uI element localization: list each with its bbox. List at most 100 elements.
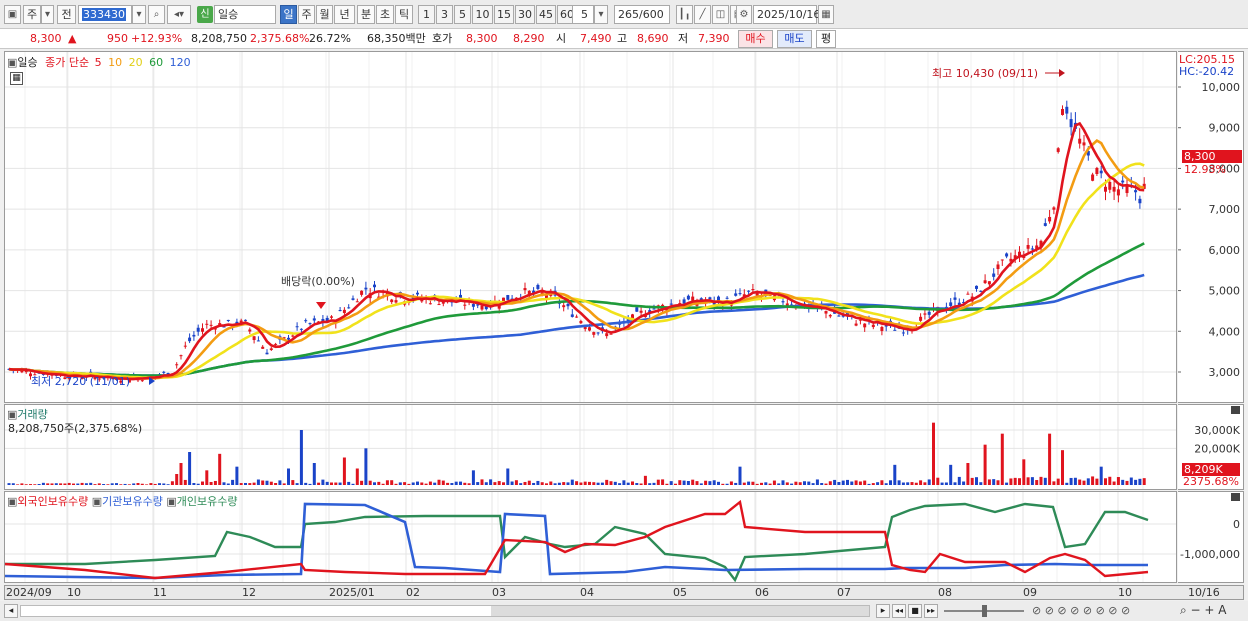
table-toggle-icon[interactable]: ▦ xyxy=(10,72,23,85)
zoom-controls-icons[interactable]: ⌕ − + A xyxy=(1180,603,1226,618)
candle-body xyxy=(596,332,600,334)
volume-bar xyxy=(919,480,923,485)
volume-bar xyxy=(330,482,333,485)
volume-bar xyxy=(514,480,518,485)
volume-bar xyxy=(669,481,673,485)
chevron-down-icon[interactable]: ▾ xyxy=(41,5,54,24)
volume-bar xyxy=(605,479,609,485)
volume-bar xyxy=(420,482,424,485)
code-dropdown-icon[interactable]: ▾ xyxy=(132,5,146,24)
candle-body xyxy=(871,324,875,328)
volume-bar xyxy=(583,481,587,485)
volume-value: 8,208,750 xyxy=(191,32,247,45)
period-minute-tab[interactable]: 분 xyxy=(357,5,375,24)
price-panel[interactable]: 최고 10,430 (09/11) 최저 2,720 (11/01) 배당락(0.0… xyxy=(4,51,1177,403)
search-icon[interactable]: ⌕ xyxy=(148,5,165,24)
volume-bar xyxy=(691,479,695,485)
volume-bar xyxy=(454,481,458,485)
volume-bar xyxy=(635,483,639,485)
stop-icon[interactable]: ■ xyxy=(908,604,922,618)
date-field[interactable]: 2025/10/16 xyxy=(753,5,820,24)
scroll-right-icon[interactable]: ▸ xyxy=(876,604,890,618)
interval-3-button[interactable]: 3 xyxy=(436,5,453,24)
volume-bar xyxy=(790,483,794,485)
period-short-button[interactable]: 주 xyxy=(23,5,41,24)
volume-bar xyxy=(506,468,510,485)
zoom-slider-handle[interactable] xyxy=(982,605,987,617)
prev-button[interactable]: 전 xyxy=(57,5,76,24)
volume-bar xyxy=(553,483,557,485)
drawing-tools-icons[interactable]: ⊘ ⊘ ⊘ ⊘ ⊘ ⊘ ⊘ ⊘ xyxy=(1032,604,1130,617)
price-legend: ▣일승 종가 단순 5 10 20 60 120 xyxy=(7,54,191,70)
candle-body xyxy=(893,329,897,331)
volume-panel[interactable]: ▣거래량 8,208,750주(2,375.68%) xyxy=(4,404,1177,490)
count-select[interactable]: 5 xyxy=(572,5,594,24)
volume-bar xyxy=(1125,480,1129,485)
volume-bar xyxy=(953,482,957,485)
volume-bar xyxy=(188,452,192,485)
volume-bar xyxy=(351,483,355,485)
min-price-label: 최저 2,720 (11/01) xyxy=(31,375,130,388)
ma-legend-title: 종가 단순 xyxy=(45,56,90,69)
rewind-icon[interactable]: ◂◂ xyxy=(892,604,906,618)
speaker-icon[interactable]: ◂▾ xyxy=(167,5,191,24)
date-label-2024-09: 2024/09 xyxy=(6,586,52,599)
volume-bar xyxy=(127,484,131,485)
period-day-tab[interactable]: 일 xyxy=(280,5,297,24)
low-label: 저 xyxy=(678,32,689,45)
calendar-icon[interactable]: ▦ xyxy=(818,5,834,24)
buy-button[interactable]: 매수 xyxy=(738,30,773,48)
volume-bar xyxy=(1009,478,1013,485)
period-second-tab[interactable]: 초 xyxy=(376,5,394,24)
zoom-slider[interactable] xyxy=(944,605,1024,617)
stock-name-field[interactable]: 일승 xyxy=(214,5,276,24)
scroll-left-icon[interactable]: ◂ xyxy=(4,604,18,618)
volume-bar xyxy=(450,483,454,485)
forward-icon[interactable]: ▸▸ xyxy=(924,604,938,618)
interval-15-button[interactable]: 15 xyxy=(494,5,514,24)
holder-panel-close-icon[interactable] xyxy=(1231,493,1240,501)
candle-type-icon[interactable]: ┃╻ xyxy=(676,5,693,24)
volume-bar xyxy=(527,480,531,485)
holder-panel[interactable]: ▣외국인보유수량 ▣기관보유수량 ▣개인보유수량 xyxy=(4,491,1177,583)
candle-body xyxy=(725,297,729,299)
period-week-tab[interactable]: 주 xyxy=(298,5,315,24)
volume-panel-close-icon[interactable] xyxy=(1231,406,1240,414)
interval-1-button[interactable]: 1 xyxy=(418,5,435,24)
volume-bar xyxy=(609,481,613,485)
sell-button[interactable]: 매도 xyxy=(777,30,812,48)
volume-bar xyxy=(579,482,583,485)
period-month-tab[interactable]: 월 xyxy=(316,5,333,24)
volume-bar xyxy=(768,483,772,485)
volume-bar xyxy=(708,481,712,485)
compare-icon[interactable]: ◫ xyxy=(712,5,729,24)
volume-bar xyxy=(562,482,566,485)
volume-bar xyxy=(226,483,230,485)
candle-body xyxy=(605,333,609,337)
interval-30-button[interactable]: 30 xyxy=(515,5,535,24)
average-button[interactable]: 평 xyxy=(816,30,836,48)
window-icon[interactable]: ▣ xyxy=(4,5,21,24)
volume-bar xyxy=(1000,433,1004,485)
interval-45-button[interactable]: 45 xyxy=(536,5,556,24)
volume-bar xyxy=(123,483,127,485)
volume-bar xyxy=(269,481,273,485)
interval-10-button[interactable]: 10 xyxy=(472,5,493,24)
volume-bar xyxy=(153,483,157,485)
line-tool-icon[interactable]: ╱ xyxy=(694,5,711,24)
candle-body xyxy=(355,301,359,303)
volume-bar xyxy=(459,481,462,485)
volume-bar xyxy=(1048,433,1052,485)
candle-body xyxy=(338,309,342,312)
interval-5-button[interactable]: 5 xyxy=(454,5,471,24)
code-input[interactable]: 333430 xyxy=(78,5,132,24)
count-dropdown-icon[interactable]: ▾ xyxy=(594,5,608,24)
gear-icon[interactable]: ⚙ xyxy=(736,5,752,24)
scroll-thumb[interactable] xyxy=(491,606,869,616)
count-value: 265 xyxy=(618,8,639,21)
count-field[interactable]: 265/600 xyxy=(614,5,670,24)
date-label-09: 09 xyxy=(1023,586,1037,599)
scroll-track[interactable] xyxy=(20,605,870,617)
period-year-tab[interactable]: 년 xyxy=(334,5,355,24)
period-tick-tab[interactable]: 틱 xyxy=(395,5,413,24)
